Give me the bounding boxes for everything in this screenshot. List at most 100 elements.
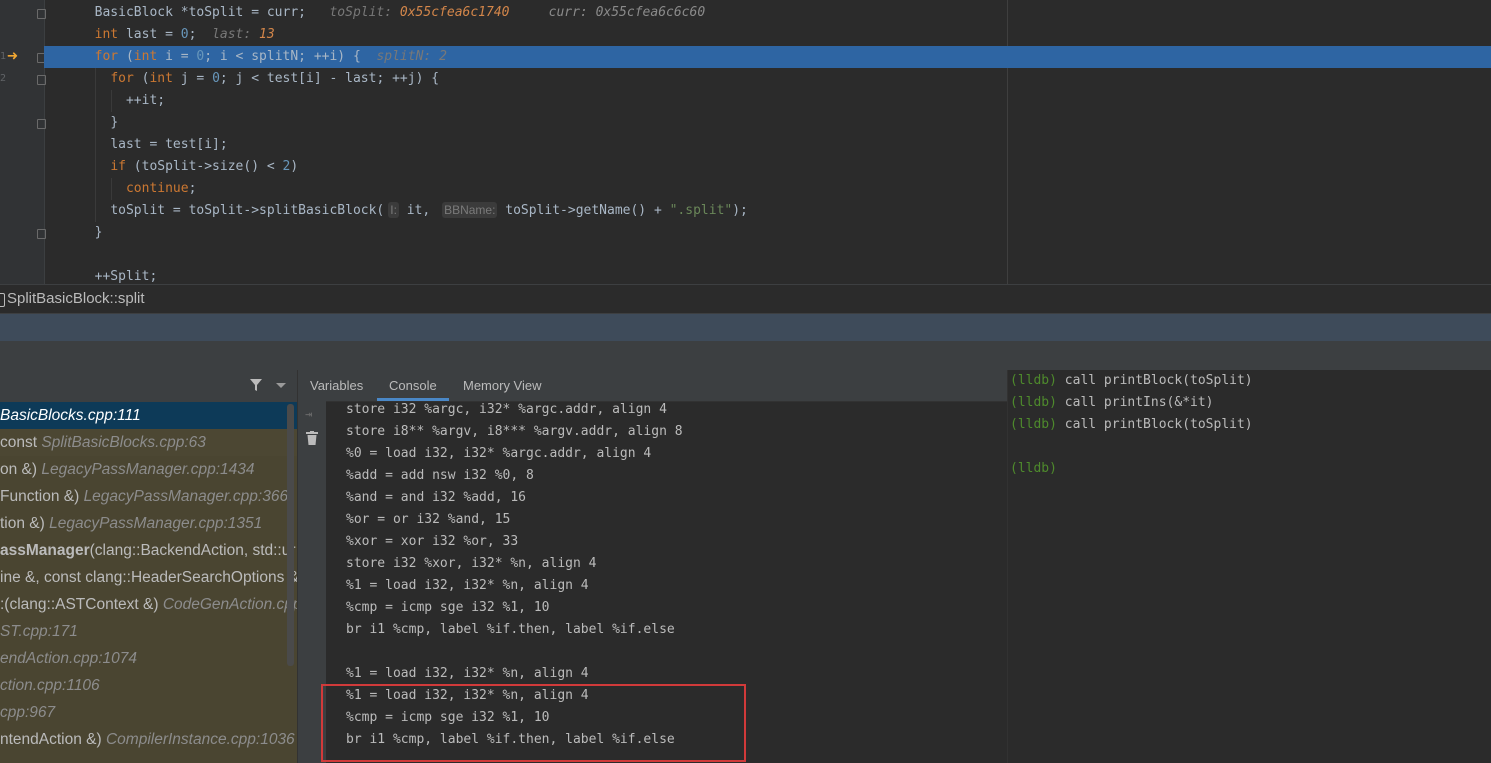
inline-debug-value: 13: [259, 27, 275, 42]
code-token: if: [110, 159, 126, 174]
code-token: ".split": [669, 203, 733, 218]
line-number[interactable]: [0, 266, 6, 284]
inline-debug-value: toSplit:: [305, 5, 400, 20]
frame-location: LegacyPassManager.cpp:1434: [41, 461, 255, 478]
code-line[interactable]: last = test[i];: [44, 134, 1491, 156]
frame-location: ST.cpp:171: [0, 623, 78, 640]
lldb-console[interactable]: (lldb) call printBlock(toSplit) (lldb) ca…: [1007, 370, 1491, 763]
line-number[interactable]: [0, 244, 6, 266]
code-line[interactable]: toSplit = toSplit->splitBasicBlock(I: it…: [44, 200, 1491, 222]
code-line[interactable]: continue;: [44, 178, 1491, 200]
stack-frame[interactable]: [0, 753, 297, 763]
soft-wrap-icon[interactable]: ⇥: [305, 407, 319, 421]
line-number[interactable]: [0, 24, 6, 46]
highlight-annotation-box: [321, 684, 746, 762]
code-token: int: [94, 27, 119, 42]
console-line: %add = add nsw i32 %0, 8: [346, 468, 534, 483]
filter-icon[interactable]: [249, 378, 263, 392]
stack-frame[interactable]: on &) LegacyPassManager.cpp:1434: [0, 456, 297, 483]
code-line[interactable]: if (toSplit->size() < 2): [44, 156, 1491, 178]
code-line[interactable]: }: [44, 222, 1491, 244]
stack-frame[interactable]: :(clang::ASTContext &) CodeGenAction.cpp: [0, 591, 297, 618]
code-token: int: [133, 49, 158, 64]
frame-name: Function &): [0, 488, 84, 505]
chevron-down-icon[interactable]: [276, 383, 286, 388]
line-number[interactable]: [0, 2, 6, 24]
frame-name: ntendAction &): [0, 731, 106, 748]
line-number[interactable]: [0, 178, 6, 200]
stack-frame[interactable]: ine &, const clang::HeaderSearchOptions …: [0, 564, 297, 591]
stack-frame[interactable]: Function &) LegacyPassManager.cpp:366: [0, 483, 297, 510]
code-token: 0: [212, 71, 220, 86]
stack-frame[interactable]: ST.cpp:171: [0, 618, 297, 645]
code-token: ;: [188, 181, 197, 196]
tab-memory-view[interactable]: Memory View: [463, 370, 542, 401]
code-token: last = test[i];: [110, 137, 228, 152]
breadcrumb[interactable]: SplitBasicBlock::split: [0, 284, 1491, 314]
line-number[interactable]: [0, 112, 6, 134]
line-number[interactable]: [0, 156, 6, 178]
code-line[interactable]: }: [44, 112, 1491, 134]
stack-frame[interactable]: cpp:967: [0, 699, 297, 726]
debug-toolbar: [0, 314, 1491, 341]
inline-debug-value: 0x55cfea6c1740: [399, 5, 510, 20]
frame-location: CodeGenAction.cpp: [162, 596, 297, 613]
parameter-hint: I:: [388, 202, 399, 218]
breadcrumb-label[interactable]: SplitBasicBlock::split: [7, 285, 145, 313]
tab-console[interactable]: Console: [377, 370, 449, 401]
indent-guide: [95, 68, 96, 222]
code-token: ; j < test[i] - last; ++j) {: [219, 71, 440, 86]
line-number[interactable]: 2: [0, 68, 6, 90]
stack-frame[interactable]: tion &) LegacyPassManager.cpp:1351: [0, 510, 297, 537]
stack-frame[interactable]: ction.cpp:1106: [0, 672, 297, 699]
frame-location: CompilerInstance.cpp:1036: [105, 731, 295, 748]
frames-scrollbar[interactable]: [287, 404, 294, 666]
lldb-prompt: (lldb): [1010, 373, 1057, 388]
line-number[interactable]: [0, 90, 6, 112]
code-line[interactable]: for (int j = 0; j < test[i] - last; ++j)…: [44, 68, 1491, 90]
code-token: (toSplit->size() <: [125, 159, 283, 174]
parameter-hint: BBName:: [442, 202, 498, 218]
stack-frame[interactable]: endAction.cpp:1074: [0, 645, 297, 672]
current-execution-line[interactable]: for (int i = 0; i < splitN; ++i) { split…: [44, 46, 1491, 68]
line-number[interactable]: [0, 200, 6, 222]
console-line: %1 = load i32, i32* %n, align 4: [346, 578, 589, 593]
code-line[interactable]: ++Split;: [44, 266, 1491, 284]
console-line: %cmp = icmp sge i32 %1, 10: [346, 600, 550, 615]
stack-frame[interactable]: assManager(clang::BackendAction, std::ur: [0, 537, 297, 564]
console-line: %and = and i32 %add, 16: [346, 490, 527, 505]
stack-frame[interactable]: BasicBlocks.cpp:111: [0, 402, 297, 429]
line-number[interactable]: 1: [0, 46, 6, 68]
code-token: continue: [125, 181, 189, 196]
code-token: ; i < splitN; ++i) {: [204, 49, 361, 64]
method-icon: [0, 293, 5, 307]
tab-variables[interactable]: Variables: [310, 370, 363, 401]
frame-location: endAction.cpp:1074: [0, 650, 138, 667]
console-line: br i1 %cmp, label %if.then, label %if.el…: [346, 622, 675, 637]
lldb-line: (lldb) call printBlock(toSplit): [1010, 414, 1253, 436]
console-line: store i32 %argc, i32* %argc.addr, align …: [346, 402, 667, 417]
console-line: %1 = load i32, i32* %n, align 4: [346, 666, 589, 681]
line-number[interactable]: [0, 134, 6, 156]
lldb-command: call printIns(&*it): [1056, 395, 1214, 410]
code-line[interactable]: ++it;: [44, 90, 1491, 112]
editor-gutter[interactable]: 12: [0, 0, 46, 284]
code-line[interactable]: BasicBlock *toSplit = curr; toSplit: 0x5…: [44, 2, 1491, 24]
stack-frame[interactable]: const SplitBasicBlocks.cpp:63: [0, 429, 297, 456]
lldb-line: (lldb) call printBlock(toSplit): [1010, 370, 1253, 392]
code-token: it,: [398, 203, 439, 218]
trash-icon[interactable]: [306, 431, 318, 445]
code-line[interactable]: [44, 244, 1491, 266]
code-token: ++Split;: [94, 269, 158, 284]
code-line[interactable]: int last = 0; last: 13: [44, 24, 1491, 46]
code-editor[interactable]: 12 ➜ BasicBlock *toSplit = curr; toSplit…: [0, 0, 1491, 284]
stack-frame[interactable]: ntendAction &) CompilerInstance.cpp:1036: [0, 726, 297, 753]
line-number[interactable]: [0, 222, 6, 244]
debug-tabs: Variables Console Memory View: [298, 370, 1008, 402]
code-token: i =: [157, 49, 197, 64]
frames-header: [0, 370, 297, 403]
lldb-command: call printBlock(toSplit): [1056, 417, 1253, 432]
